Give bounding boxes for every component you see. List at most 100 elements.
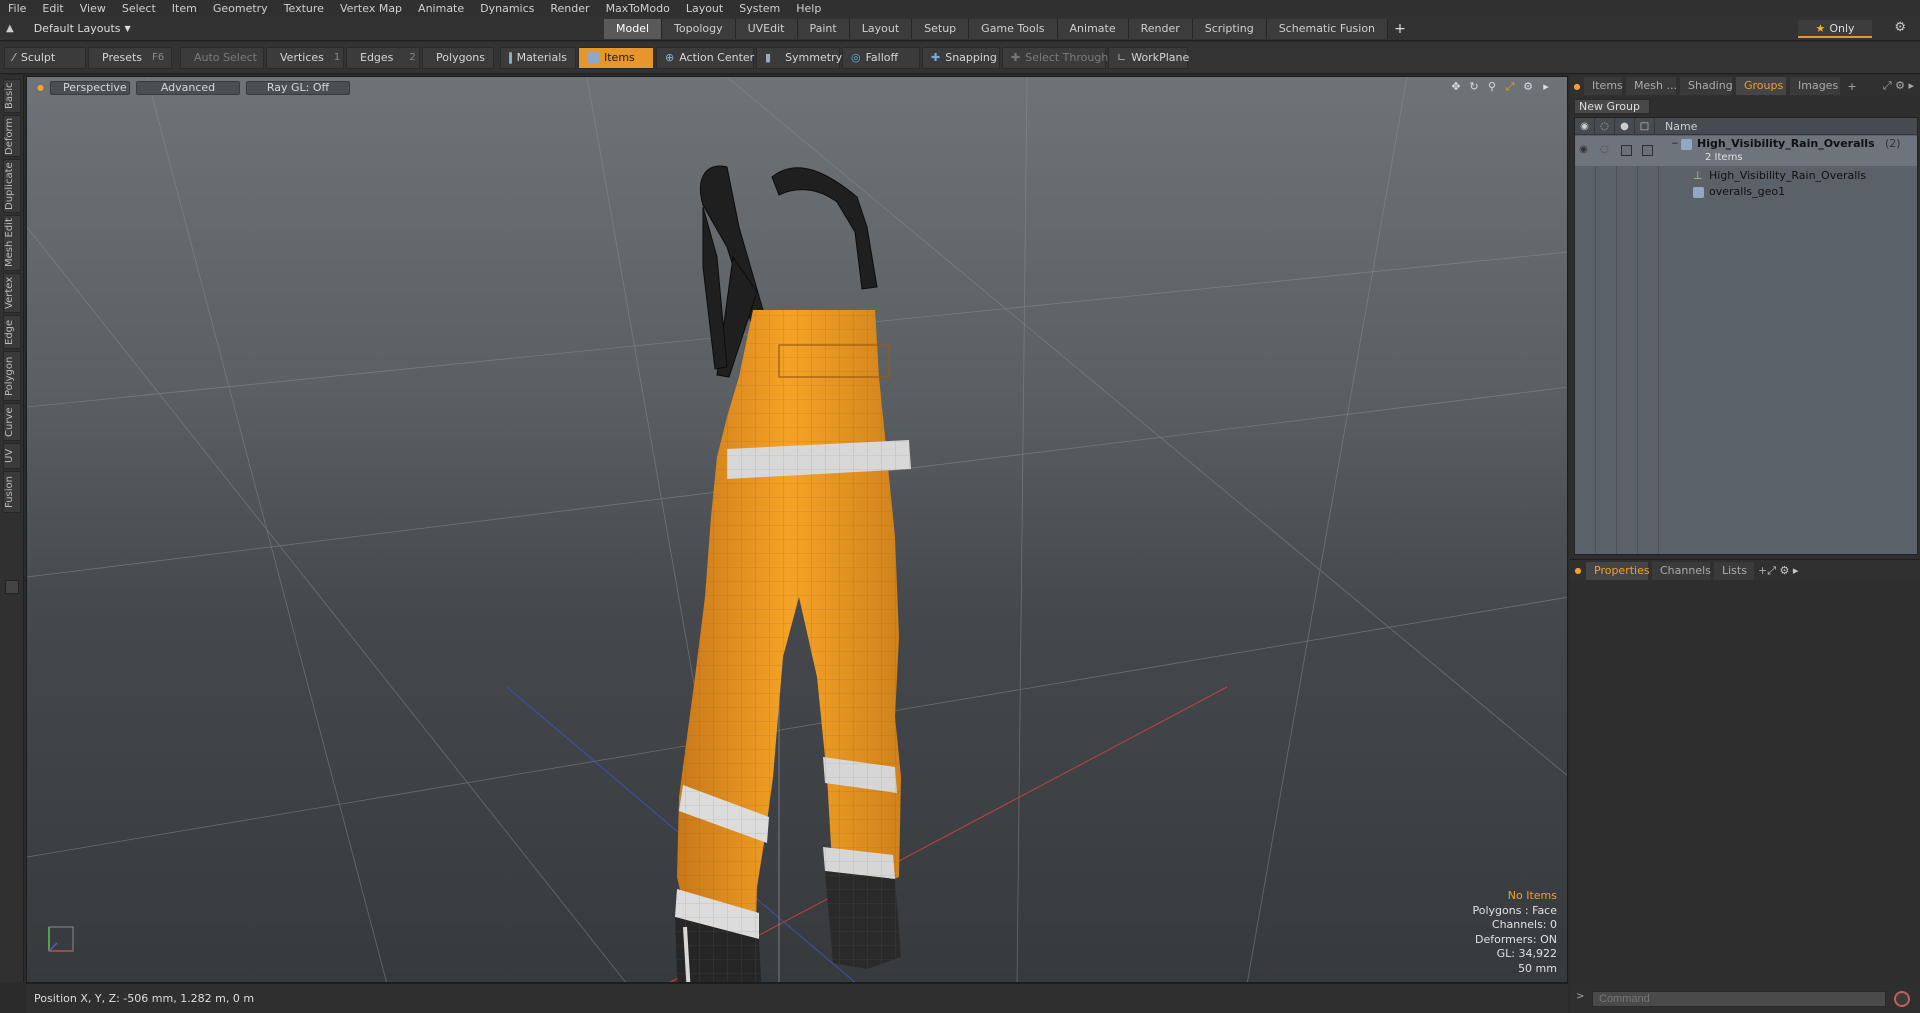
menu-item[interactable]: Item (164, 2, 205, 15)
sculpt-button[interactable]: ⁄ Sculpt (4, 46, 86, 69)
menu-layout[interactable]: Layout (678, 2, 731, 15)
vtab-uv[interactable]: UV (3, 443, 21, 469)
layouts-collapse-icon[interactable]: ▲ (6, 23, 14, 34)
lock-column-icon[interactable]: ● (1615, 117, 1635, 135)
vtab-basic[interactable]: Basic (3, 79, 21, 113)
tab-channels[interactable]: Channels (1652, 561, 1711, 580)
tab-layout[interactable]: Layout (849, 19, 913, 39)
tab-uvedit[interactable]: UVEdit (735, 19, 798, 39)
group-row-child-locator[interactable]: ⊥ High_Visibility_Rain_Overalls (1575, 168, 1917, 184)
viewport-settings-icon[interactable]: ⚙ (1521, 80, 1535, 94)
fit-view-icon[interactable]: ⤢ (1503, 80, 1517, 94)
tab-topology[interactable]: Topology (662, 19, 736, 39)
tab-schematic-fusion[interactable]: Schematic Fusion (1266, 19, 1389, 39)
menu-system[interactable]: System (731, 2, 788, 15)
menu-render[interactable]: Render (542, 2, 597, 15)
vtab-fusion[interactable]: Fusion (3, 471, 21, 513)
vtab-curve[interactable]: Curve (3, 403, 21, 441)
tab-setup[interactable]: Setup (912, 19, 970, 39)
snapping-button[interactable]: ✚ Snapping (922, 46, 1000, 69)
only-button[interactable]: ★ Only (1798, 20, 1872, 38)
menu-vertex-map[interactable]: Vertex Map (332, 2, 410, 15)
tab-paint[interactable]: Paint (797, 19, 850, 39)
select-column-icon[interactable]: □ (1635, 117, 1655, 135)
add-tab-icon[interactable]: + (1844, 80, 1860, 93)
tab-scripting[interactable]: Scripting (1192, 19, 1267, 39)
tab-mesh[interactable]: Mesh ... (1626, 77, 1677, 95)
polygons-button[interactable]: Polygons (422, 46, 494, 69)
presets-button[interactable]: Presets F6 (88, 46, 172, 69)
tab-render[interactable]: Render (1128, 19, 1193, 39)
tab-groups[interactable]: Groups (1736, 77, 1786, 95)
menu-edit[interactable]: Edit (34, 2, 71, 15)
3d-viewport[interactable]: ● Perspective Advanced Ray GL: Off ✥ ↻ ⚲… (26, 76, 1568, 983)
vtab-vertex[interactable]: Vertex (3, 273, 21, 313)
command-history-icon[interactable]: > (1576, 991, 1584, 1002)
tab-animate[interactable]: Animate (1057, 19, 1129, 39)
axis-gizmo (48, 926, 74, 952)
render-toggle-icon[interactable]: ◌ (1600, 144, 1609, 155)
tab-images[interactable]: Images (1790, 77, 1840, 95)
command-input[interactable] (1592, 991, 1886, 1007)
visibility-column-icon[interactable]: ◉ (1575, 117, 1595, 135)
edges-button[interactable]: Edges 2 (346, 46, 420, 69)
default-layouts-dropdown[interactable]: ▲ Default Layouts ▼ (0, 18, 140, 40)
left-panel-toggle-icon[interactable] (5, 580, 19, 594)
properties-menu-icon[interactable]: ● (1570, 566, 1586, 575)
properties-expand-icon[interactable]: ⤢ ⚙ ▸ (1767, 564, 1798, 578)
view-type-dropdown[interactable]: Perspective (49, 81, 130, 95)
move-view-icon[interactable]: ✥ (1449, 80, 1463, 94)
rotate-view-icon[interactable]: ↻ (1467, 80, 1481, 94)
materials-button[interactable]: Materials (500, 46, 576, 69)
panel-expand-icon[interactable]: ⤢ ⚙ ▸ (1883, 79, 1914, 93)
add-properties-tab-icon[interactable]: + (1758, 564, 1767, 577)
tab-shading[interactable]: Shading (1680, 77, 1733, 95)
new-group-button[interactable]: New Group (1574, 99, 1650, 114)
menu-geometry[interactable]: Geometry (205, 2, 276, 15)
viewport-expand-icon[interactable]: ▸ (1539, 80, 1553, 94)
select-checkbox[interactable] (1642, 145, 1653, 156)
menu-dynamics[interactable]: Dynamics (472, 2, 542, 15)
render-column-icon[interactable]: ◌ (1595, 117, 1615, 135)
add-tab-icon[interactable]: + (1388, 19, 1412, 39)
vertices-button[interactable]: Vertices 1 (266, 46, 344, 69)
viewport-menu-icon[interactable]: ● (37, 81, 44, 95)
zoom-view-icon[interactable]: ⚲ (1485, 80, 1499, 94)
vtab-mesh-edit[interactable]: Mesh Edit (3, 215, 21, 271)
group-row-root[interactable]: ◉ ◌ − High_Visibility_Rain_Overalls (2) … (1575, 136, 1917, 166)
sculpt-label: Sculpt (20, 51, 56, 64)
menu-maxtomodo[interactable]: MaxToModo (598, 2, 678, 15)
tab-lists[interactable]: Lists (1714, 561, 1754, 580)
group-row-child-mesh[interactable]: overalls_geo1 (1575, 184, 1917, 200)
workplane-button[interactable]: ∟ WorkPlane (1108, 46, 1189, 69)
vtab-duplicate[interactable]: Duplicate (3, 159, 21, 213)
group-expand-icon[interactable]: − (1671, 139, 1679, 149)
menu-select[interactable]: Select (114, 2, 164, 15)
eye-icon[interactable]: ◉ (1579, 144, 1588, 155)
gear-icon[interactable]: ⚙ (1894, 20, 1906, 35)
items-button[interactable]: Items (578, 46, 654, 69)
raygl-toggle[interactable]: Ray GL: Off (245, 81, 350, 95)
vtab-polygon[interactable]: Polygon (3, 351, 21, 401)
name-column-header[interactable]: Name (1655, 120, 1697, 133)
shading-mode-dropdown[interactable]: Advanced (135, 81, 240, 95)
vtab-deform[interactable]: Deform (3, 115, 21, 157)
falloff-button[interactable]: ◎ Falloff (842, 46, 920, 69)
panel-menu-icon[interactable]: ● (1570, 82, 1584, 91)
symmetry-button[interactable]: ▮ Symmetry (756, 46, 842, 69)
tab-properties[interactable]: Properties (1586, 561, 1650, 580)
menu-view[interactable]: View (72, 2, 114, 15)
tab-model[interactable]: Model (604, 19, 663, 39)
select-through-button[interactable]: ✚ Select Through (1002, 46, 1108, 69)
menu-texture[interactable]: Texture (276, 2, 332, 15)
menu-animate[interactable]: Animate (410, 2, 472, 15)
tab-game-tools[interactable]: Game Tools (969, 19, 1058, 39)
vtab-edge[interactable]: Edge (3, 315, 21, 349)
command-record-icon[interactable] (1894, 991, 1910, 1007)
menu-file[interactable]: File (0, 2, 34, 15)
action-center-button[interactable]: ⊕ Action Center (656, 46, 754, 69)
menu-help[interactable]: Help (788, 2, 829, 15)
tab-items[interactable]: Items (1584, 77, 1623, 95)
lock-checkbox[interactable] (1621, 145, 1632, 156)
auto-select-button[interactable]: Auto Select (180, 46, 264, 69)
